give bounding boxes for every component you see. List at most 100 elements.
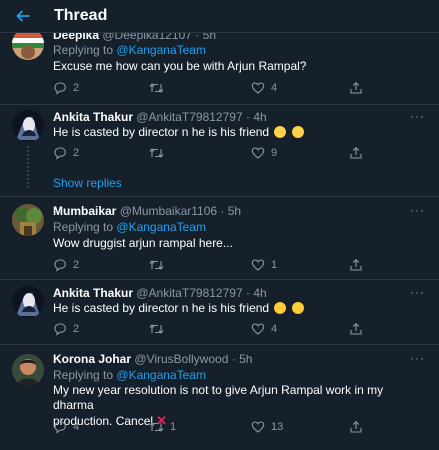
divider [0, 104, 439, 105]
share-button[interactable] [349, 321, 363, 337]
separator-dot: · [245, 286, 250, 300]
tweet-actions: 2 1 [53, 257, 373, 273]
user-handle[interactable]: @AnkitaT79812797 [136, 110, 242, 124]
avatar[interactable] [12, 286, 44, 318]
tweet-actions: 2 4 [53, 80, 373, 96]
tweet-text-content: He is casted by director n he is his fri… [53, 301, 270, 315]
timestamp[interactable]: 4h [253, 110, 266, 124]
reply-icon [54, 147, 66, 160]
share-button[interactable] [349, 257, 363, 273]
like-button[interactable]: 9 [251, 145, 277, 161]
tweet-text-line: My new year resolution is not to give Ar… [53, 383, 384, 412]
thread-connector [27, 146, 31, 188]
heart-icon [251, 147, 265, 159]
mention-link[interactable]: @KanganaTeam [116, 220, 206, 234]
disappointed-face-emoji [291, 302, 304, 314]
display-name[interactable]: Korona Johar [53, 352, 131, 366]
user-handle[interactable]: @VirusBollywood [134, 352, 228, 366]
retweet-button[interactable]: 1 [149, 419, 176, 435]
like-button[interactable]: 4 [251, 80, 277, 96]
reply-count: 2 [73, 323, 80, 335]
display-name[interactable]: Ankita Thakur [53, 110, 133, 124]
more-options-button[interactable]: ··· [410, 285, 425, 299]
reply-count: 2 [73, 259, 80, 271]
retweet-icon [149, 422, 164, 432]
like-button[interactable]: 13 [251, 419, 283, 435]
timestamp[interactable]: 4h [253, 286, 266, 300]
tweet-text: He is casted by director n he is his fri… [53, 125, 413, 140]
replying-prefix: Replying to [53, 220, 114, 234]
reply-button[interactable]: 2 [53, 145, 79, 161]
retweet-button[interactable] [149, 257, 170, 273]
like-count: 4 [271, 323, 278, 335]
retweet-button[interactable] [149, 321, 170, 337]
like-count: 4 [271, 82, 278, 94]
replying-to: Replying to @KanganaTeam [53, 43, 206, 57]
tweet-actions: 4 1 13 [53, 419, 373, 435]
share-button[interactable] [349, 80, 363, 96]
reply-button[interactable]: 4 [53, 419, 79, 435]
page-title: Thread [54, 7, 108, 24]
thread-header: Thread [0, 0, 439, 33]
like-count: 13 [271, 421, 284, 433]
reply-button[interactable]: 2 [53, 257, 79, 273]
user-handle[interactable]: @AnkitaT79812797 [136, 286, 242, 300]
confused-face-emoji [291, 126, 304, 138]
reply-button[interactable]: 2 [53, 80, 79, 96]
share-button[interactable] [349, 419, 363, 435]
reply-count: 4 [73, 421, 80, 433]
more-options-button[interactable]: ··· [410, 351, 425, 365]
tweet-meta: Ankita Thakur @AnkitaT79812797 · 4h [53, 286, 267, 300]
tweet-text: Excuse me how can you be with Arjun Ramp… [53, 59, 307, 73]
retweet-icon [149, 83, 164, 93]
thread-page: Thread Deepika @Deepika12107 · 5h Replyi… [0, 0, 439, 450]
confused-face-emoji [274, 126, 287, 138]
divider [0, 196, 439, 197]
timestamp[interactable]: 5h [228, 204, 241, 218]
separator-dot: · [231, 352, 236, 366]
mention-link[interactable]: @KanganaTeam [116, 368, 206, 382]
tweet-meta: Ankita Thakur @AnkitaT79812797 · 4h [53, 110, 267, 124]
share-icon [350, 258, 362, 271]
show-replies-link[interactable]: Show replies [53, 176, 122, 190]
share-icon [350, 322, 362, 335]
tweet-text: Wow druggist arjun rampal here... [53, 236, 233, 250]
divider [0, 344, 439, 345]
like-button[interactable]: 4 [251, 321, 277, 337]
retweet-icon [149, 260, 164, 270]
more-options-button[interactable]: ··· [410, 109, 425, 123]
mention-link[interactable]: @KanganaTeam [116, 43, 206, 57]
replying-to: Replying to @KanganaTeam [53, 220, 206, 234]
timestamp[interactable]: 5h [239, 352, 252, 366]
display-name[interactable]: Ankita Thakur [53, 286, 133, 300]
share-icon [350, 146, 362, 159]
share-icon [350, 81, 362, 94]
display-name[interactable]: Mumbaikar [53, 204, 116, 218]
replying-prefix: Replying to [53, 43, 114, 57]
reply-count: 2 [73, 147, 80, 159]
heart-icon [251, 323, 265, 335]
more-options-button[interactable]: ··· [410, 203, 425, 217]
separator-dot: · [220, 204, 225, 218]
retweet-count: 1 [170, 421, 177, 433]
share-button[interactable] [349, 145, 363, 161]
retweet-button[interactable] [149, 80, 170, 96]
tweet-text-content: He is casted by director n he is his fri… [53, 125, 270, 139]
like-count: 1 [271, 259, 278, 271]
share-icon [350, 420, 362, 433]
reply-button[interactable]: 2 [53, 321, 79, 337]
like-button[interactable]: 1 [251, 257, 277, 273]
replying-prefix: Replying to [53, 368, 114, 382]
retweet-icon [149, 148, 164, 158]
retweet-icon [149, 324, 164, 334]
tweet-meta: Korona Johar @VirusBollywood · 5h [53, 352, 252, 366]
avatar[interactable] [12, 110, 44, 142]
tweet-actions: 2 9 [53, 145, 373, 161]
retweet-button[interactable] [149, 145, 170, 161]
reply-icon [54, 82, 66, 95]
user-handle[interactable]: @Mumbaikar1106 [120, 204, 217, 218]
avatar[interactable] [12, 354, 44, 386]
avatar[interactable] [12, 204, 44, 236]
arrow-left-icon[interactable] [15, 8, 31, 24]
tweet-actions: 2 4 [53, 321, 373, 337]
